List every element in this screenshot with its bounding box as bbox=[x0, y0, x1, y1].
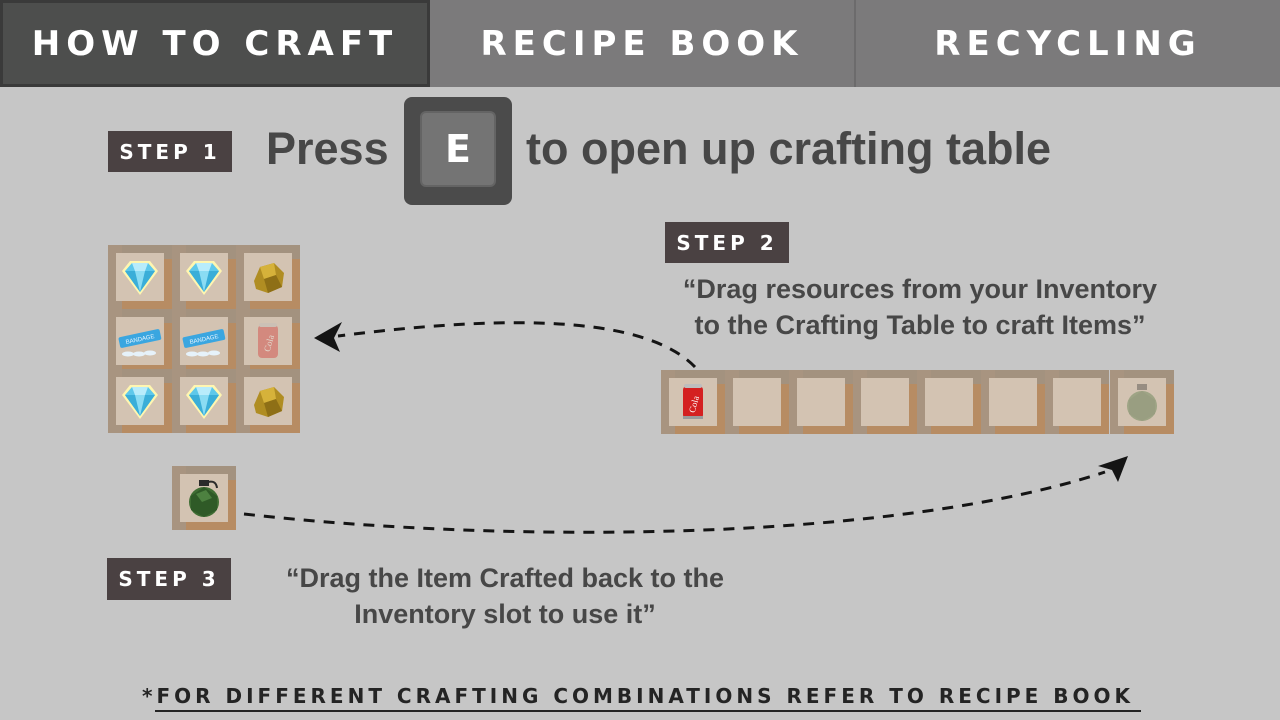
e-key-icon[interactable]: E bbox=[404, 97, 512, 205]
crafting-slot[interactable]: Cola bbox=[236, 309, 300, 373]
inventory-slot[interactable] bbox=[1110, 370, 1174, 434]
e-key-label: E bbox=[420, 111, 496, 187]
bandage-icon: BANDAGE bbox=[182, 329, 226, 357]
crafting-slot[interactable] bbox=[108, 245, 172, 309]
crafting-slot[interactable] bbox=[236, 369, 300, 433]
arrow-head-left-icon bbox=[314, 322, 342, 352]
diamond-icon bbox=[122, 261, 158, 295]
diamond-icon bbox=[186, 261, 222, 295]
step-2-line-2: to the Crafting Table to craft Items” bbox=[694, 310, 1146, 340]
step-3-instruction: “Drag the Item Crafted back to the Inven… bbox=[230, 560, 780, 632]
inventory-slot[interactable]: Cola bbox=[661, 370, 725, 434]
bandage-icon: BANDAGE bbox=[118, 329, 162, 357]
step-3-line-1: “Drag the Item Crafted back to the bbox=[285, 563, 725, 593]
inventory-slot[interactable] bbox=[981, 370, 1045, 434]
crafting-slot[interactable] bbox=[172, 245, 236, 309]
gold-nugget-icon bbox=[254, 387, 284, 417]
footer-underline bbox=[155, 710, 1141, 712]
grenade-icon bbox=[189, 480, 219, 517]
step-2-instruction: “Drag resources from your Inventory to t… bbox=[640, 271, 1200, 343]
inventory-slot[interactable] bbox=[853, 370, 917, 434]
step-2-badge: STEP 2 bbox=[665, 222, 789, 263]
grenade-icon bbox=[1127, 384, 1157, 421]
tab-recipe-book[interactable]: RECIPE BOOK bbox=[430, 0, 856, 87]
crafting-slot[interactable] bbox=[172, 369, 236, 433]
crafting-slot[interactable]: BANDAGE bbox=[172, 309, 236, 373]
diamond-icon bbox=[186, 385, 222, 419]
step-3-line-2: Inventory slot to use it” bbox=[354, 599, 656, 629]
inventory-slot[interactable] bbox=[1045, 370, 1109, 434]
crafting-slot[interactable] bbox=[108, 369, 172, 433]
step-1-press-text: Press bbox=[266, 123, 389, 174]
inventory-slot[interactable] bbox=[917, 370, 981, 434]
step-1-instruction: to open up crafting table bbox=[526, 123, 1051, 174]
cola-can-icon: Cola bbox=[683, 384, 703, 419]
tab-how-to-craft[interactable]: HOW TO CRAFT bbox=[0, 0, 430, 87]
tab-bar: HOW TO CRAFT RECIPE BOOK RECYCLING bbox=[0, 0, 1280, 87]
cola-can-icon: Cola bbox=[258, 323, 278, 358]
inventory-slot[interactable] bbox=[725, 370, 789, 434]
step-3-badge: STEP 3 bbox=[107, 558, 231, 600]
crafting-slot[interactable] bbox=[236, 245, 300, 309]
gold-nugget-icon bbox=[254, 263, 284, 293]
step-1-badge: STEP 1 bbox=[108, 131, 232, 172]
step-2-line-1: “Drag resources from your Inventory bbox=[682, 274, 1158, 304]
crafting-slot[interactable]: BANDAGE bbox=[108, 309, 172, 373]
tab-recycling[interactable]: RECYCLING bbox=[856, 0, 1280, 87]
arrow-crafted-to-inventory bbox=[243, 470, 1106, 534]
crafted-item-slot[interactable] bbox=[172, 466, 236, 530]
arrow-head-right-icon bbox=[1098, 456, 1128, 482]
inventory-slot[interactable] bbox=[789, 370, 853, 434]
diamond-icon bbox=[122, 385, 158, 419]
footer-note: *FOR DIFFERENT CRAFTING COMBINATIONS REF… bbox=[142, 684, 1135, 708]
